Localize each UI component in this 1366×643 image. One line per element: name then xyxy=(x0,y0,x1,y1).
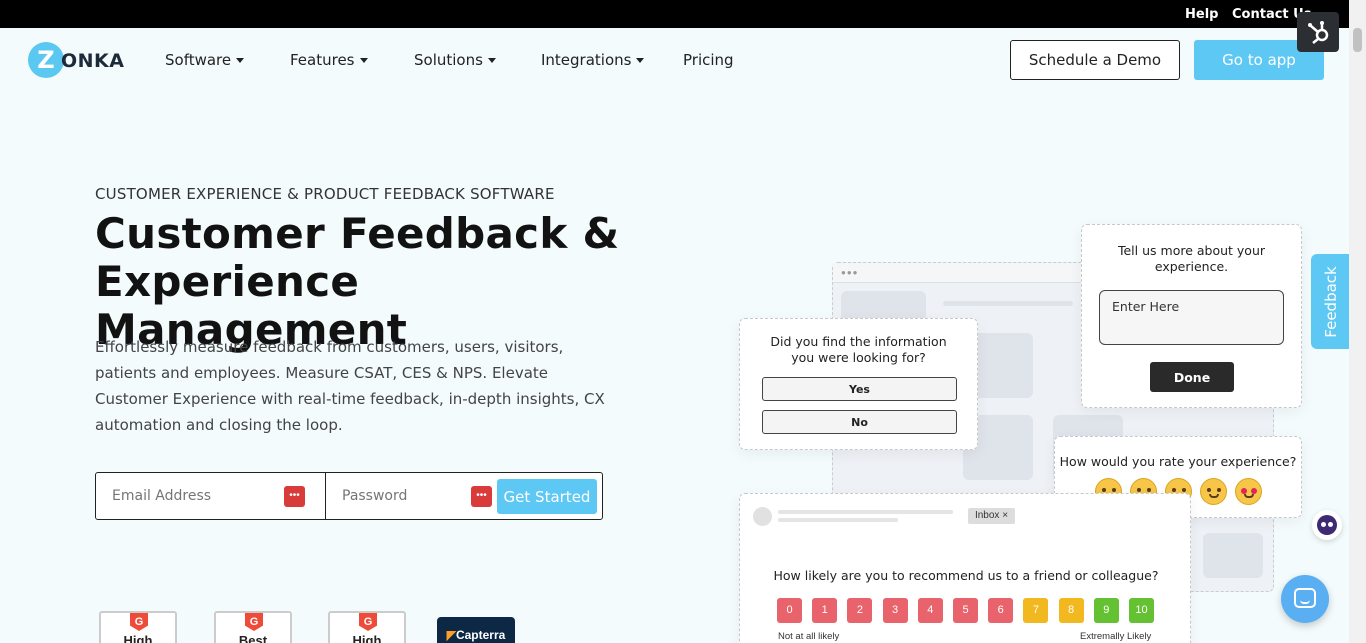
feedback-textarea[interactable]: Enter Here xyxy=(1099,290,1284,345)
nps-score-10[interactable]: 10 xyxy=(1129,598,1154,623)
scrollbar-thumb[interactable] xyxy=(1353,28,1362,52)
nps-question: How likely are you to recommend us to a … xyxy=(773,568,1159,583)
schedule-demo-button[interactable]: Schedule a Demo xyxy=(1010,40,1180,80)
g2-badge-high-performer: G High xyxy=(99,611,177,643)
placeholder-line xyxy=(778,510,953,514)
chat-launcher-icon[interactable] xyxy=(1281,575,1329,623)
no-button[interactable]: No xyxy=(762,410,957,434)
yes-no-survey-card: Did you find the information you were lo… xyxy=(739,318,978,450)
nps-score-0[interactable]: 0 xyxy=(777,598,802,623)
capterra-text: Capterra xyxy=(455,628,506,642)
nav-pricing-label: Pricing xyxy=(683,51,734,69)
nav-integrations-label: Integrations xyxy=(541,51,632,69)
badge-text: High xyxy=(352,633,382,643)
nav-solutions[interactable]: Solutions xyxy=(414,51,496,69)
badge-text: Best xyxy=(238,633,268,643)
nps-score-9[interactable]: 9 xyxy=(1093,598,1119,623)
nps-score-5[interactable]: 5 xyxy=(953,598,978,623)
g2-badge-best: G Best xyxy=(214,611,292,643)
get-started-button[interactable]: Get Started xyxy=(497,479,597,514)
nps-score-4[interactable]: 4 xyxy=(917,598,943,623)
nav-features[interactable]: Features xyxy=(290,51,368,69)
g2-logo-icon: G xyxy=(130,613,148,631)
capterra-logo-icon: ◤ xyxy=(446,628,456,642)
hero-eyebrow: CUSTOMER EXPERIENCE & PRODUCT FEEDBACK S… xyxy=(95,185,555,203)
nps-score-3[interactable]: 3 xyxy=(882,598,908,623)
chevron-down-icon xyxy=(636,58,645,63)
password-manager-icon[interactable]: ••• xyxy=(284,486,305,507)
logo-mark: Z xyxy=(28,42,64,78)
inbox-tag[interactable]: Inbox × xyxy=(968,508,1015,524)
avatar xyxy=(753,507,772,526)
placeholder-block xyxy=(1203,533,1263,578)
yes-no-question: Did you find the information you were lo… xyxy=(770,334,947,365)
logo-text: ONKA xyxy=(61,50,125,72)
bot-face xyxy=(1317,515,1337,535)
nps-score-1[interactable]: 1 xyxy=(812,598,838,623)
nav-software[interactable]: Software xyxy=(165,51,245,69)
nav-solutions-label: Solutions xyxy=(414,51,483,69)
nps-score-8[interactable]: 8 xyxy=(1058,598,1084,623)
page-scrollbar[interactable] xyxy=(1349,0,1366,643)
yes-button[interactable]: Yes xyxy=(762,377,957,401)
g2-logo-icon: G xyxy=(245,613,263,631)
nps-score-7[interactable]: 7 xyxy=(1023,598,1049,623)
done-button[interactable]: Done xyxy=(1150,362,1234,392)
capterra-badge: ◤Capterra xyxy=(437,617,515,643)
g2-logo-icon: G xyxy=(359,613,377,631)
badge-text: High xyxy=(123,633,153,643)
zonka-logo[interactable]: Z ONKA xyxy=(28,42,124,80)
chat-bubble-icon xyxy=(1294,588,1316,608)
top-bar: Help Contact Us xyxy=(0,0,1366,28)
feedback-tab[interactable]: Feedback xyxy=(1311,254,1351,349)
nps-score-6[interactable]: 6 xyxy=(988,598,1014,623)
nav-pricing[interactable]: Pricing xyxy=(683,51,734,69)
nav-features-label: Features xyxy=(290,51,355,69)
nav-integrations[interactable]: Integrations xyxy=(541,51,645,69)
nps-low-label: Not at all likely xyxy=(778,631,840,642)
hero-description: Effortlessly measure feedback from custo… xyxy=(95,338,605,434)
chevron-down-icon xyxy=(359,58,368,63)
nps-survey-card: Inbox × How likely are you to recommend … xyxy=(739,493,1191,643)
rating-question: How would you rate your experience? xyxy=(1059,454,1297,469)
help-link[interactable]: Help xyxy=(1185,7,1218,22)
smiling-face-emoji-icon[interactable] xyxy=(1200,478,1227,505)
password-manager-icon[interactable]: ••• xyxy=(471,486,492,507)
hero-headline: Customer Feedback & Experience Managemen… xyxy=(95,209,620,354)
nps-score-2[interactable]: 2 xyxy=(847,598,873,623)
feedback-tab-label: Feedback xyxy=(1322,265,1340,338)
heart-eyes-emoji-icon[interactable] xyxy=(1235,478,1262,505)
window-dots-icon: ●●● xyxy=(841,268,859,277)
placeholder-line xyxy=(778,518,898,522)
text-feedback-question: Tell us more about your experience. xyxy=(1117,243,1266,274)
chevron-down-icon xyxy=(236,58,245,63)
text-feedback-card: Tell us more about your experience. Ente… xyxy=(1081,224,1302,408)
g2-badge-high: G High xyxy=(328,611,406,643)
signup-form: ••• ••• Get Started xyxy=(95,472,603,520)
chatbot-icon[interactable] xyxy=(1312,510,1342,540)
chevron-down-icon xyxy=(487,58,496,63)
nav-software-label: Software xyxy=(165,51,232,69)
nps-high-label: Extremally Likely xyxy=(1080,631,1152,642)
hubspot-sprocket-icon[interactable] xyxy=(1297,12,1339,52)
placeholder-line xyxy=(943,301,1073,306)
